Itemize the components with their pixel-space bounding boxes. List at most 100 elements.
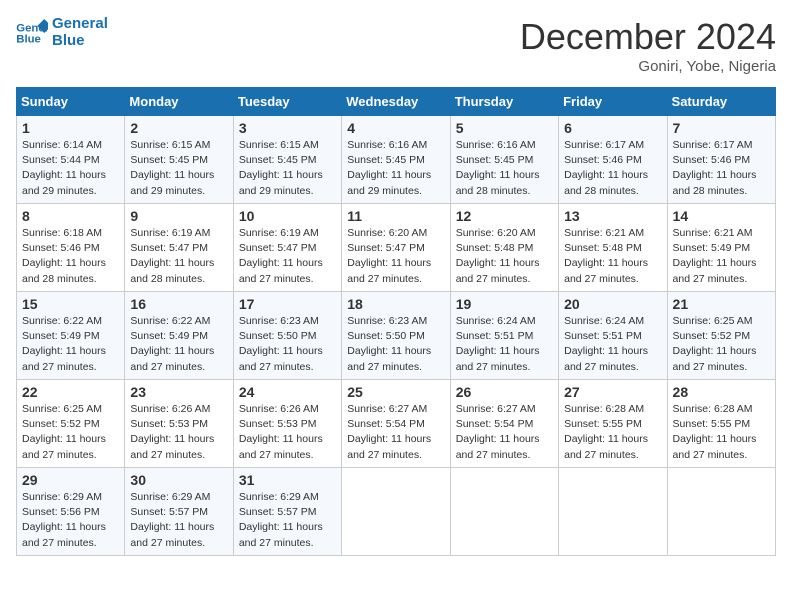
page-header: General Blue GeneralBlue December 2024 G… [16,16,776,75]
calendar-day-cell: 15 Sunrise: 6:22 AMSunset: 5:49 PMDaylig… [17,292,125,380]
day-number: 26 [456,384,553,400]
calendar-day-cell: 29 Sunrise: 6:29 AMSunset: 5:56 PMDaylig… [17,468,125,556]
calendar-header-row: SundayMondayTuesdayWednesdayThursdayFrid… [17,88,776,116]
calendar-day-cell: 3 Sunrise: 6:15 AMSunset: 5:45 PMDayligh… [233,116,341,204]
day-info: Sunrise: 6:19 AMSunset: 5:47 PMDaylight:… [239,226,336,287]
day-number: 24 [239,384,336,400]
day-number: 10 [239,208,336,224]
day-info: Sunrise: 6:24 AMSunset: 5:51 PMDaylight:… [456,314,553,375]
day-number: 17 [239,296,336,312]
calendar-day-cell: 8 Sunrise: 6:18 AMSunset: 5:46 PMDayligh… [17,204,125,292]
day-number: 16 [130,296,227,312]
calendar-day-cell [667,468,775,556]
day-info: Sunrise: 6:25 AMSunset: 5:52 PMDaylight:… [673,314,770,375]
calendar-day-cell: 23 Sunrise: 6:26 AMSunset: 5:53 PMDaylig… [125,380,233,468]
calendar-day-cell: 6 Sunrise: 6:17 AMSunset: 5:46 PMDayligh… [559,116,667,204]
day-info: Sunrise: 6:17 AMSunset: 5:46 PMDaylight:… [564,138,661,199]
day-info: Sunrise: 6:24 AMSunset: 5:51 PMDaylight:… [564,314,661,375]
day-info: Sunrise: 6:29 AMSunset: 5:56 PMDaylight:… [22,490,119,551]
calendar-week-row: 29 Sunrise: 6:29 AMSunset: 5:56 PMDaylig… [17,468,776,556]
day-info: Sunrise: 6:25 AMSunset: 5:52 PMDaylight:… [22,402,119,463]
day-number: 5 [456,120,553,136]
day-info: Sunrise: 6:16 AMSunset: 5:45 PMDaylight:… [456,138,553,199]
calendar-day-cell: 11 Sunrise: 6:20 AMSunset: 5:47 PMDaylig… [342,204,450,292]
calendar-table: SundayMondayTuesdayWednesdayThursdayFrid… [16,87,776,556]
day-number: 12 [456,208,553,224]
day-info: Sunrise: 6:26 AMSunset: 5:53 PMDaylight:… [130,402,227,463]
day-info: Sunrise: 6:28 AMSunset: 5:55 PMDaylight:… [673,402,770,463]
calendar-day-cell: 26 Sunrise: 6:27 AMSunset: 5:54 PMDaylig… [450,380,558,468]
calendar-day-cell: 25 Sunrise: 6:27 AMSunset: 5:54 PMDaylig… [342,380,450,468]
calendar-day-cell: 5 Sunrise: 6:16 AMSunset: 5:45 PMDayligh… [450,116,558,204]
day-info: Sunrise: 6:22 AMSunset: 5:49 PMDaylight:… [22,314,119,375]
title-block: December 2024 Goniri, Yobe, Nigeria [520,16,776,75]
day-info: Sunrise: 6:29 AMSunset: 5:57 PMDaylight:… [239,490,336,551]
day-number: 19 [456,296,553,312]
day-info: Sunrise: 6:21 AMSunset: 5:48 PMDaylight:… [564,226,661,287]
calendar-day-cell: 10 Sunrise: 6:19 AMSunset: 5:47 PMDaylig… [233,204,341,292]
day-number: 11 [347,208,444,224]
calendar-day-cell: 17 Sunrise: 6:23 AMSunset: 5:50 PMDaylig… [233,292,341,380]
day-number: 28 [673,384,770,400]
calendar-day-cell: 12 Sunrise: 6:20 AMSunset: 5:48 PMDaylig… [450,204,558,292]
day-info: Sunrise: 6:22 AMSunset: 5:49 PMDaylight:… [130,314,227,375]
calendar-day-cell: 30 Sunrise: 6:29 AMSunset: 5:57 PMDaylig… [125,468,233,556]
logo-icon: General Blue [16,19,48,47]
day-number: 27 [564,384,661,400]
day-info: Sunrise: 6:15 AMSunset: 5:45 PMDaylight:… [130,138,227,199]
calendar-day-cell: 22 Sunrise: 6:25 AMSunset: 5:52 PMDaylig… [17,380,125,468]
day-number: 29 [22,472,119,488]
calendar-day-cell: 24 Sunrise: 6:26 AMSunset: 5:53 PMDaylig… [233,380,341,468]
calendar-day-cell: 1 Sunrise: 6:14 AMSunset: 5:44 PMDayligh… [17,116,125,204]
day-info: Sunrise: 6:16 AMSunset: 5:45 PMDaylight:… [347,138,444,199]
day-info: Sunrise: 6:29 AMSunset: 5:57 PMDaylight:… [130,490,227,551]
day-info: Sunrise: 6:23 AMSunset: 5:50 PMDaylight:… [347,314,444,375]
day-info: Sunrise: 6:14 AMSunset: 5:44 PMDaylight:… [22,138,119,199]
calendar-day-cell [559,468,667,556]
day-number: 8 [22,208,119,224]
day-number: 1 [22,120,119,136]
day-number: 20 [564,296,661,312]
day-header-monday: Monday [125,88,233,116]
day-info: Sunrise: 6:21 AMSunset: 5:49 PMDaylight:… [673,226,770,287]
day-number: 23 [130,384,227,400]
calendar-day-cell: 13 Sunrise: 6:21 AMSunset: 5:48 PMDaylig… [559,204,667,292]
calendar-day-cell: 2 Sunrise: 6:15 AMSunset: 5:45 PMDayligh… [125,116,233,204]
day-number: 13 [564,208,661,224]
calendar-day-cell: 4 Sunrise: 6:16 AMSunset: 5:45 PMDayligh… [342,116,450,204]
day-header-tuesday: Tuesday [233,88,341,116]
svg-text:Blue: Blue [16,33,41,45]
day-info: Sunrise: 6:19 AMSunset: 5:47 PMDaylight:… [130,226,227,287]
day-info: Sunrise: 6:26 AMSunset: 5:53 PMDaylight:… [239,402,336,463]
day-number: 14 [673,208,770,224]
day-header-friday: Friday [559,88,667,116]
calendar-day-cell: 21 Sunrise: 6:25 AMSunset: 5:52 PMDaylig… [667,292,775,380]
day-info: Sunrise: 6:20 AMSunset: 5:47 PMDaylight:… [347,226,444,287]
logo-text: GeneralBlue [52,16,108,49]
calendar-day-cell: 18 Sunrise: 6:23 AMSunset: 5:50 PMDaylig… [342,292,450,380]
day-header-sunday: Sunday [17,88,125,116]
calendar-day-cell [342,468,450,556]
calendar-day-cell: 31 Sunrise: 6:29 AMSunset: 5:57 PMDaylig… [233,468,341,556]
logo: General Blue GeneralBlue [16,16,108,49]
calendar-day-cell: 20 Sunrise: 6:24 AMSunset: 5:51 PMDaylig… [559,292,667,380]
calendar-day-cell: 7 Sunrise: 6:17 AMSunset: 5:46 PMDayligh… [667,116,775,204]
day-number: 4 [347,120,444,136]
day-number: 7 [673,120,770,136]
calendar-day-cell: 9 Sunrise: 6:19 AMSunset: 5:47 PMDayligh… [125,204,233,292]
calendar-week-row: 8 Sunrise: 6:18 AMSunset: 5:46 PMDayligh… [17,204,776,292]
calendar-day-cell: 19 Sunrise: 6:24 AMSunset: 5:51 PMDaylig… [450,292,558,380]
month-title: December 2024 [520,16,776,58]
day-info: Sunrise: 6:18 AMSunset: 5:46 PMDaylight:… [22,226,119,287]
day-info: Sunrise: 6:17 AMSunset: 5:46 PMDaylight:… [673,138,770,199]
location: Goniri, Yobe, Nigeria [520,58,776,75]
day-info: Sunrise: 6:27 AMSunset: 5:54 PMDaylight:… [456,402,553,463]
day-info: Sunrise: 6:20 AMSunset: 5:48 PMDaylight:… [456,226,553,287]
day-info: Sunrise: 6:27 AMSunset: 5:54 PMDaylight:… [347,402,444,463]
day-number: 15 [22,296,119,312]
calendar-week-row: 1 Sunrise: 6:14 AMSunset: 5:44 PMDayligh… [17,116,776,204]
day-header-thursday: Thursday [450,88,558,116]
calendar-day-cell [450,468,558,556]
day-number: 6 [564,120,661,136]
day-header-wednesday: Wednesday [342,88,450,116]
